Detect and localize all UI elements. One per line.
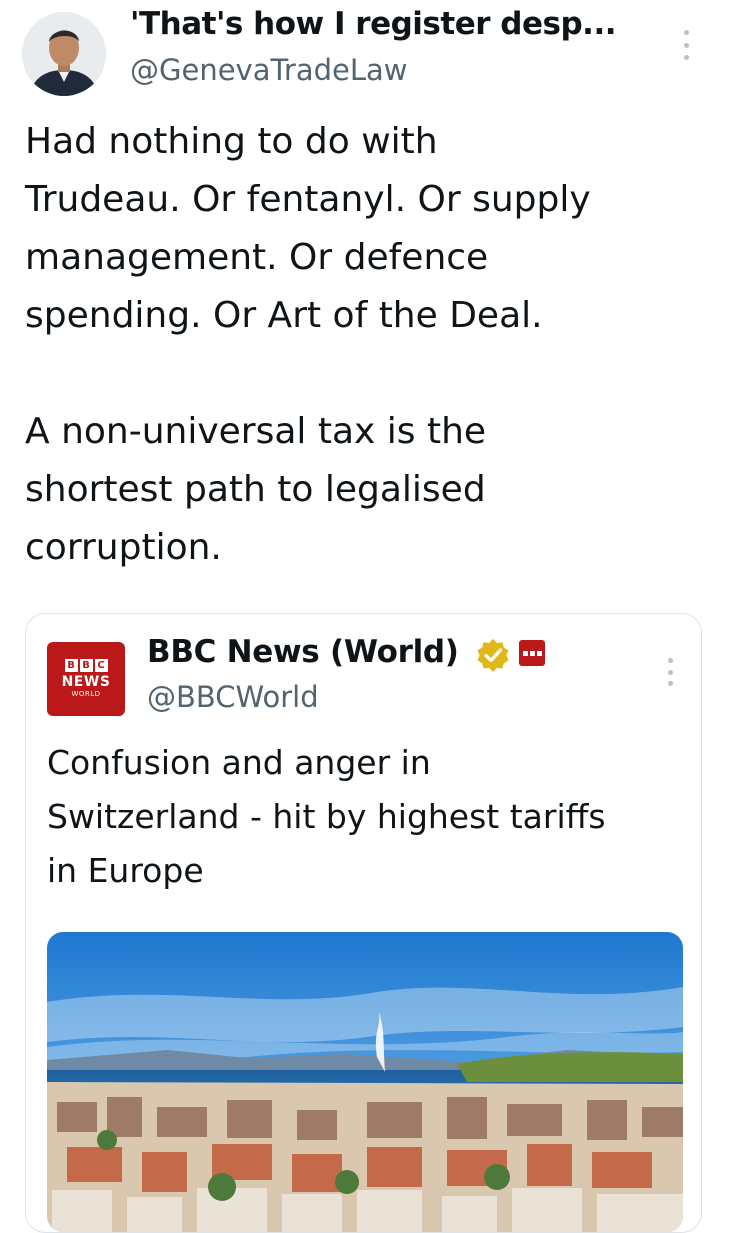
verified-badge-icon	[477, 639, 509, 672]
bbc-blocks: B B C	[64, 659, 108, 672]
bbc-block: C	[94, 659, 108, 672]
logo-line-world: WORLD	[71, 690, 101, 698]
quoted-more-options-icon[interactable]	[660, 658, 680, 686]
quoted-tweet-card[interactable]: B B C NEWS WORLD BBC News (World) @BBCWo…	[25, 613, 702, 1233]
logo-line-news: NEWS	[61, 674, 111, 690]
quoted-tweet-text: Confusion and anger in Switzerland - hit…	[47, 743, 606, 890]
bbc-block: B	[79, 659, 93, 672]
photo-illustration	[47, 932, 683, 1232]
tweet-text: Had nothing to do with Trudeau. Or fenta…	[25, 121, 591, 568]
avatar[interactable]	[22, 12, 106, 96]
author-display-name[interactable]: 'That's how I register desp...	[130, 6, 670, 42]
dot	[667, 658, 673, 663]
geneva-city-photo[interactable]	[47, 932, 683, 1232]
mini-block	[536, 650, 542, 656]
bbc-affiliate-icon	[519, 640, 545, 666]
mini-bbc-blocks	[522, 650, 542, 656]
bbc-block: B	[64, 659, 78, 672]
author-handle[interactable]: @GenevaTradeLaw	[130, 53, 408, 87]
bbc-news-logo[interactable]: B B C NEWS WORLD	[47, 642, 125, 716]
quoted-handle[interactable]: @BBCWorld	[147, 680, 319, 714]
dot	[683, 55, 689, 60]
quoted-display-name[interactable]: BBC News (World)	[147, 634, 459, 670]
dot	[667, 669, 673, 675]
profile-photo	[22, 12, 106, 96]
dot	[683, 42, 689, 48]
more-options-icon[interactable]	[676, 30, 696, 60]
dot	[667, 681, 673, 686]
mini-block	[529, 650, 535, 656]
dot	[683, 30, 689, 35]
mini-block	[522, 650, 528, 656]
